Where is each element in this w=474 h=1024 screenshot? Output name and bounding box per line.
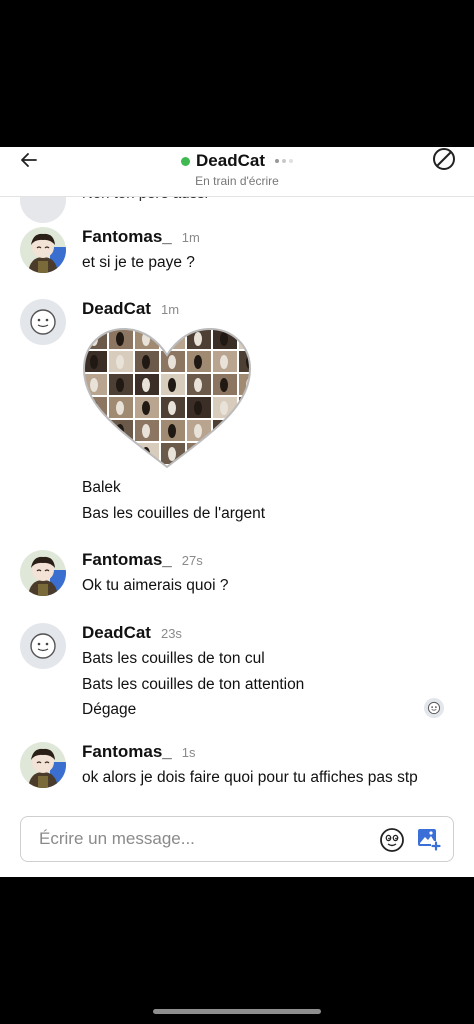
- message-text: Dégage: [82, 701, 137, 718]
- message-author[interactable]: DeadCat: [82, 299, 151, 319]
- bottom-bar-area: [0, 877, 474, 1024]
- home-indicator[interactable]: [153, 1009, 321, 1014]
- message-time: 1m: [160, 302, 180, 317]
- message-composer: [20, 816, 454, 862]
- message-image[interactable]: [82, 327, 252, 469]
- user-avatar-image: [20, 550, 66, 596]
- read-receipt-icon: [427, 701, 441, 715]
- chat-screen: DeadCat En train d'écrire Non ton père a…: [0, 147, 474, 877]
- message-author[interactable]: Fantomas_: [82, 742, 172, 762]
- message-time: 1m: [181, 230, 200, 245]
- message-time: 27s: [181, 553, 203, 568]
- avatar[interactable]: [20, 299, 66, 345]
- message-input[interactable]: [39, 817, 369, 861]
- avatar[interactable]: [20, 227, 66, 273]
- avatar[interactable]: [20, 742, 66, 788]
- add-image-icon: [418, 829, 441, 851]
- message-text: ok alors je dois faire quoi pour tu affi…: [82, 769, 418, 786]
- chat-header: DeadCat En train d'écrire: [0, 147, 474, 197]
- message-text: Bas les couilles de l'argent: [82, 505, 266, 522]
- message-time: 1s: [181, 745, 196, 760]
- typing-status: En train d'écrire: [195, 174, 279, 188]
- typing-indicator-icon: [274, 159, 293, 163]
- read-receipt-avatar: [424, 698, 444, 718]
- status-bar-area: [0, 0, 474, 147]
- block-button[interactable]: [432, 147, 456, 171]
- heart-collage-image: [82, 327, 252, 469]
- default-avatar-icon: [30, 633, 56, 659]
- default-avatar-icon: [30, 309, 56, 335]
- emoji-button[interactable]: [379, 827, 405, 853]
- message-author[interactable]: Fantomas_: [82, 550, 172, 570]
- message-author[interactable]: Fantomas_: [82, 227, 172, 247]
- avatar[interactable]: [20, 550, 66, 596]
- page-title: DeadCat: [196, 151, 265, 170]
- emoji-icon: [380, 828, 404, 852]
- online-status-dot: [181, 156, 191, 166]
- add-image-button[interactable]: [417, 827, 441, 851]
- message-text: Balek: [82, 479, 121, 496]
- message-text: et si je te paye ?: [82, 254, 195, 271]
- message-time: 23s: [160, 626, 182, 641]
- avatar[interactable]: [20, 623, 66, 669]
- message-author[interactable]: DeadCat: [82, 623, 151, 643]
- user-avatar-image: [20, 742, 66, 788]
- message-text: Ok tu aimerais quoi ?: [82, 577, 229, 594]
- block-icon: [433, 148, 455, 170]
- header-title-block[interactable]: DeadCat En train d'écrire: [0, 151, 474, 188]
- message-text: Bats les couilles de ton cul: [82, 650, 265, 667]
- user-avatar-image: [20, 227, 66, 273]
- message-text: Bats les couilles de ton attention: [82, 676, 305, 693]
